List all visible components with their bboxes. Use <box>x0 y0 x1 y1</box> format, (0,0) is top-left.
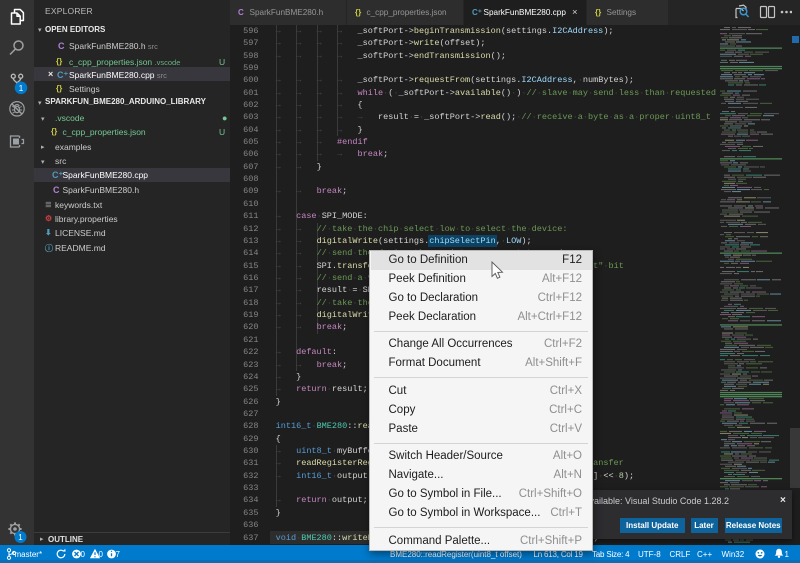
svg-text:1: 1 <box>18 533 23 542</box>
svg-text:1: 1 <box>19 83 24 93</box>
